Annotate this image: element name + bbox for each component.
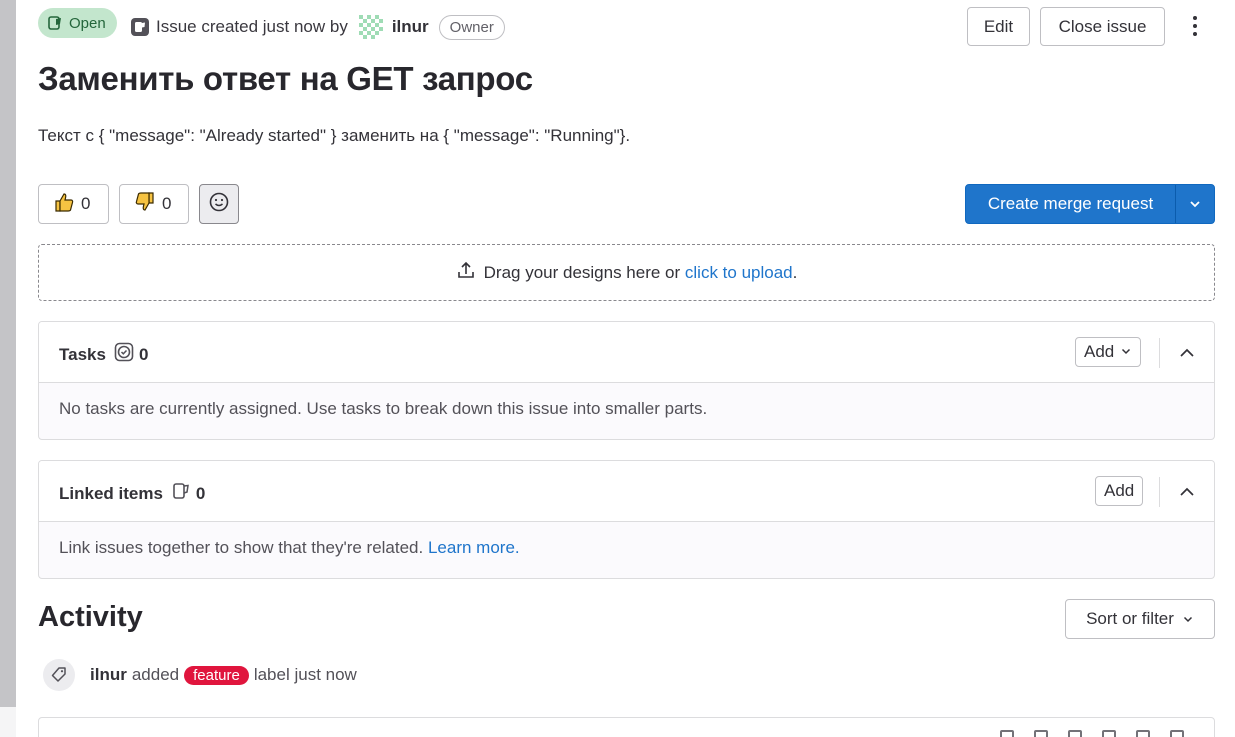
dropzone-suffix: . [792, 262, 798, 282]
chevron-up-icon [1180, 348, 1194, 357]
activity-title: Activity [38, 601, 143, 633]
design-dropzone[interactable]: Drag your designs here or click to uploa… [38, 244, 1215, 301]
add-task-label: Add [1084, 342, 1115, 361]
label-icon [43, 659, 75, 691]
thumbs-down-button[interactable]: 0 [119, 184, 189, 224]
add-linked-item-button[interactable]: Add [1095, 476, 1144, 506]
issue-header: Open Issue created just now by ilnur Own… [38, 5, 1215, 46]
thumbs-up-count: 0 [81, 194, 91, 213]
thumbs-down-count: 0 [162, 194, 172, 213]
link-icon[interactable] [1170, 730, 1184, 737]
issue-open-icon [48, 16, 61, 30]
create-merge-request-label[interactable]: Create merge request [966, 185, 1176, 223]
header-divider [1159, 477, 1160, 507]
issue-content: Open Issue created just now by ilnur Own… [38, 0, 1215, 737]
dropzone-text: Drag your designs here or [483, 262, 681, 282]
left-rail-footer [0, 707, 16, 737]
activity-action: added [131, 665, 180, 684]
issue-description: Текст с { "message": "Already started" }… [38, 126, 631, 145]
status-label: Open [69, 14, 106, 32]
smiley-icon [208, 191, 230, 218]
chevron-down-icon [1120, 342, 1132, 362]
tasks-widget: Tasks 0 Add No tasks are currently assig… [38, 321, 1215, 440]
issue-type-icon [130, 17, 150, 37]
task-done-icon [114, 342, 134, 367]
strikethrough-icon[interactable] [1068, 730, 1082, 737]
collapse-tasks-button[interactable] [1172, 338, 1202, 368]
issue-title: Заменить ответ на GET запрос [38, 60, 533, 97]
tasks-count-value: 0 [138, 344, 149, 364]
thumbs-up-icon [53, 191, 75, 218]
issue-meta: Issue created just now by ilnur Owner [130, 12, 505, 42]
activity-item: ilnur added feature label just now [43, 659, 357, 691]
activity-suffix: label just now [253, 665, 357, 684]
tasks-header: Tasks 0 Add [39, 322, 1214, 383]
tasks-count: 0 [114, 342, 148, 367]
more-actions-icon[interactable] [1186, 11, 1204, 41]
owner-badge: Owner [438, 14, 505, 40]
author-link[interactable]: ilnur [392, 17, 429, 37]
linked-items-header: Linked items 0 Add [39, 461, 1214, 522]
linked-items-count: 0 [171, 481, 205, 506]
sort-or-filter-button[interactable]: Sort or filter [1065, 599, 1215, 639]
linked-items-title: Linked items [59, 483, 163, 503]
meta-prefix: Issue created just now by [156, 17, 348, 36]
add-reaction-button[interactable] [199, 184, 239, 224]
linked-items-empty: Link issues together to show that they'r… [39, 522, 1214, 578]
linked-items-empty-text: Link issues together to show that they'r… [59, 538, 424, 557]
comment-editor[interactable] [38, 717, 1215, 737]
sort-or-filter-label: Sort or filter [1086, 609, 1174, 628]
quote-icon[interactable] [1102, 730, 1116, 737]
close-issue-button[interactable]: Close issue [1040, 7, 1165, 46]
chevron-down-icon[interactable] [1176, 185, 1214, 223]
upload-icon [456, 260, 476, 285]
create-merge-request-button[interactable]: Create merge request [965, 184, 1215, 224]
bold-icon[interactable] [1000, 730, 1014, 737]
thumbs-down-icon [134, 191, 156, 218]
linked-items-widget: Linked items 0 Add Link issues together … [38, 460, 1215, 579]
feature-label-badge[interactable]: feature [184, 665, 249, 685]
add-task-button[interactable]: Add [1075, 337, 1142, 367]
chevron-down-icon [1183, 616, 1192, 623]
linked-items-count-value: 0 [195, 483, 206, 503]
learn-more-link[interactable]: Learn more. [428, 538, 520, 557]
edit-button[interactable]: Edit [967, 7, 1030, 46]
collapse-linked-items-button[interactable] [1172, 477, 1202, 507]
left-rail [0, 0, 16, 707]
status-badge: Open [38, 8, 117, 38]
editor-toolbar [1000, 730, 1184, 737]
thumbs-up-button[interactable]: 0 [38, 184, 109, 224]
activity-author-link[interactable]: ilnur [90, 665, 127, 685]
click-to-upload-link[interactable]: click to upload [685, 263, 793, 282]
issue-icon [171, 481, 191, 506]
header-divider [1159, 338, 1160, 368]
code-icon[interactable] [1136, 730, 1150, 737]
italic-icon[interactable] [1034, 730, 1048, 737]
tasks-title: Tasks [59, 344, 106, 364]
tasks-empty-text: No tasks are currently assigned. Use tas… [59, 399, 708, 418]
avatar[interactable] [355, 12, 386, 42]
chevron-up-icon [1180, 487, 1194, 496]
